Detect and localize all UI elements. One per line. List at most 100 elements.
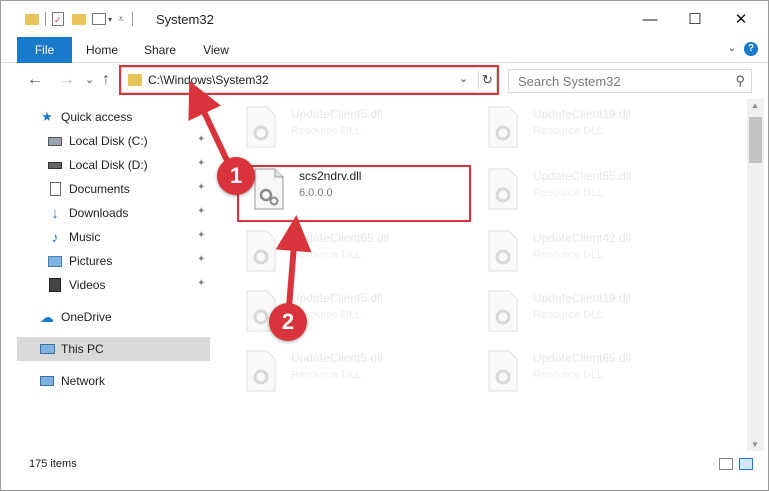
sidebar-item-videos[interactable]: Videos ✦ bbox=[47, 273, 210, 297]
dll-file-icon bbox=[243, 105, 279, 149]
large-icons-view-icon[interactable] bbox=[739, 458, 753, 470]
file-name: UpdateClient65.dll bbox=[533, 169, 632, 183]
sidebar-item-pictures[interactable]: Pictures ✦ bbox=[47, 249, 210, 273]
dll-file-icon bbox=[485, 167, 521, 211]
list-item[interactable]: UpdateClient19.dll Resource DLL bbox=[485, 101, 725, 157]
sidebar-item-label: Downloads bbox=[69, 206, 129, 220]
recent-locations-button[interactable]: ⌄ bbox=[85, 73, 94, 86]
sidebar-item-label: Documents bbox=[69, 182, 130, 196]
list-item[interactable]: UpdateClient19.dll Resource DLL bbox=[485, 285, 725, 341]
title-bar: ✓ ▾ ⩡ System32 — ☐ ✕ bbox=[1, 1, 768, 37]
status-bar: 175 items bbox=[1, 453, 768, 475]
address-highlight bbox=[119, 65, 499, 95]
list-item[interactable]: UpdateClient5.dll Resource DLL bbox=[243, 101, 483, 157]
sidebar-item-music[interactable]: ♪ Music ✦ bbox=[47, 225, 210, 249]
pin-icon[interactable]: ✦ bbox=[197, 206, 205, 217]
new-folder-icon[interactable] bbox=[72, 13, 86, 25]
drive-icon bbox=[47, 157, 63, 173]
maximize-button[interactable]: ☐ bbox=[672, 1, 718, 37]
list-item[interactable]: UpdateClient65.dll Resource DLL bbox=[485, 345, 725, 401]
close-button[interactable]: ✕ bbox=[718, 1, 764, 37]
properties-icon[interactable]: ✓ bbox=[52, 12, 64, 26]
list-item[interactable]: UpdateClient42.dll Resource DLL bbox=[485, 225, 725, 281]
help-icon[interactable]: ? bbox=[744, 42, 758, 56]
scroll-up-icon[interactable]: ▲ bbox=[751, 101, 759, 110]
dll-file-icon bbox=[243, 229, 279, 273]
file-description: Resource DLL bbox=[533, 309, 604, 321]
separator bbox=[45, 12, 46, 26]
folder-icon[interactable] bbox=[25, 13, 39, 25]
forward-button[interactable]: → bbox=[59, 71, 75, 89]
file-name: UpdateClient5.dll bbox=[291, 291, 383, 305]
sidebar-item-label: Videos bbox=[69, 278, 106, 292]
search-input[interactable]: Search System32 bbox=[518, 74, 621, 89]
step-1-badge: 1 bbox=[217, 157, 255, 195]
pin-icon[interactable]: ✦ bbox=[197, 230, 205, 241]
vertical-scrollbar[interactable]: ▲ ▼ bbox=[747, 99, 764, 451]
scrollbar-thumb[interactable] bbox=[749, 117, 762, 163]
chevron-down-icon[interactable]: ▾ bbox=[108, 15, 112, 24]
search-box[interactable]: Search System32 ⚲ bbox=[508, 69, 752, 93]
downloads-icon: ↓ bbox=[51, 204, 59, 222]
drive-icon bbox=[47, 133, 63, 149]
list-item[interactable]: UpdateClient65.dll Resource DLL bbox=[243, 225, 483, 281]
details-view-icon[interactable] bbox=[719, 458, 733, 470]
pin-icon[interactable]: ✦ bbox=[197, 158, 205, 169]
expand-ribbon-icon[interactable]: ⌄ bbox=[728, 43, 736, 54]
videos-icon bbox=[47, 277, 63, 293]
sidebar-item-label: Local Disk (D:) bbox=[69, 158, 148, 172]
back-button[interactable]: ← bbox=[27, 71, 43, 89]
item-count: 175 items bbox=[29, 458, 77, 470]
scroll-down-icon[interactable]: ▼ bbox=[751, 440, 759, 449]
file-name: UpdateClient5.dll bbox=[291, 107, 383, 121]
tab-home[interactable]: Home bbox=[79, 37, 125, 63]
navigation-pane: ★ Quick access Local Disk (C:) ✦ Local D… bbox=[1, 99, 213, 451]
file-list: UpdateClient5.dll Resource DLL scs2ndrv.… bbox=[229, 99, 747, 451]
sidebar-item-label: Pictures bbox=[69, 254, 113, 268]
file-name: UpdateClient19.dll bbox=[533, 107, 632, 121]
sidebar-item-documents[interactable]: Documents ✦ bbox=[47, 177, 210, 201]
ribbon-tabs: File Home Share View ⌄ ? bbox=[1, 37, 768, 63]
list-item[interactable]: UpdateClient5.dll Resource DLL bbox=[243, 345, 483, 401]
dll-file-icon bbox=[485, 105, 521, 149]
file-name: UpdateClient19.dll bbox=[533, 291, 632, 305]
sidebar-item-local-disk-c[interactable]: Local Disk (C:) ✦ bbox=[47, 129, 210, 153]
pin-icon[interactable]: ✦ bbox=[197, 278, 205, 289]
dll-file-icon bbox=[485, 289, 521, 333]
file-name: UpdateClient65.dll bbox=[291, 231, 390, 245]
list-item[interactable]: UpdateClient65.dll Resource DLL bbox=[485, 163, 725, 219]
sidebar-item-label: Network bbox=[61, 374, 106, 388]
star-icon: ★ bbox=[41, 109, 53, 124]
sidebar-item-network[interactable]: Network bbox=[39, 369, 210, 393]
pin-icon[interactable]: ✦ bbox=[197, 254, 205, 265]
pin-icon[interactable]: ✦ bbox=[197, 182, 205, 193]
tab-share[interactable]: Share bbox=[137, 37, 183, 63]
file-name: UpdateClient42.dll bbox=[533, 231, 632, 245]
sidebar-item-label: Local Disk (C:) bbox=[69, 134, 148, 148]
computer-icon bbox=[39, 341, 55, 357]
music-icon: ♪ bbox=[51, 229, 59, 245]
file-description: Resource DLL bbox=[533, 187, 604, 199]
network-icon bbox=[39, 373, 55, 389]
dll-file-icon bbox=[485, 229, 521, 273]
tab-file[interactable]: File bbox=[17, 37, 72, 63]
tab-view[interactable]: View bbox=[195, 37, 237, 63]
view-options-icon[interactable] bbox=[92, 13, 106, 25]
sidebar-item-this-pc[interactable]: This PC bbox=[17, 337, 210, 361]
sidebar-item-onedrive[interactable]: ☁ OneDrive bbox=[39, 305, 210, 329]
sidebar-item-quick-access[interactable]: ★ Quick access bbox=[39, 105, 232, 129]
sidebar-item-downloads[interactable]: ↓ Downloads ✦ bbox=[47, 201, 210, 225]
pin-icon[interactable]: ✦ bbox=[197, 134, 205, 145]
search-icon[interactable]: ⚲ bbox=[735, 73, 745, 89]
pictures-icon bbox=[47, 253, 63, 269]
minimize-button[interactable]: — bbox=[627, 1, 673, 37]
sidebar-item-local-disk-d[interactable]: Local Disk (D:) ✦ bbox=[47, 153, 210, 177]
up-button[interactable]: ↑ bbox=[102, 71, 110, 89]
file-description: Resource DLL bbox=[291, 369, 362, 381]
file-description: Resource DLL bbox=[291, 249, 362, 261]
file-description: Resource DLL bbox=[291, 125, 362, 137]
file-description: Resource DLL bbox=[533, 249, 604, 261]
quick-access-toolbar: ✓ ▾ ⩡ bbox=[25, 11, 133, 27]
file-name: UpdateClient5.dll bbox=[291, 351, 383, 365]
customize-toolbar-icon[interactable]: ⩡ bbox=[118, 14, 124, 25]
